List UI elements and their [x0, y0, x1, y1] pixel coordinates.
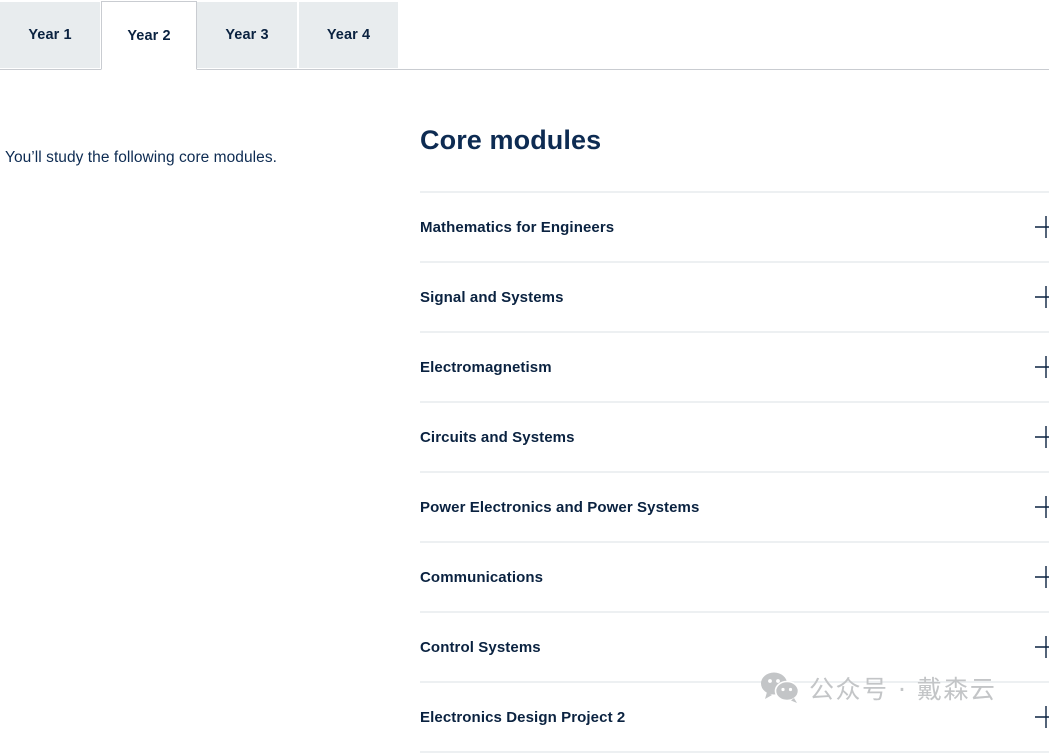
module-label: Circuits and Systems [420, 429, 575, 446]
plus-icon[interactable] [1031, 562, 1049, 592]
module-row[interactable]: Mathematics for Engineers [420, 191, 1049, 261]
module-label: Power Electronics and Power Systems [420, 499, 699, 516]
tab-year-3-label: Year 3 [225, 27, 268, 43]
intro-text: You’ll study the following core modules. [5, 147, 385, 169]
module-row[interactable]: Control Systems [420, 611, 1049, 681]
module-row[interactable]: Circuits and Systems [420, 401, 1049, 471]
plus-icon[interactable] [1031, 212, 1049, 242]
plus-icon[interactable] [1031, 702, 1049, 732]
module-row[interactable]: Power Electronics and Power Systems [420, 471, 1049, 541]
module-row[interactable]: Communications [420, 541, 1049, 611]
plus-icon[interactable] [1031, 282, 1049, 312]
module-label: Mathematics for Engineers [420, 219, 614, 236]
tab-year-1-label: Year 1 [28, 27, 71, 43]
tab-year-4-label: Year 4 [327, 27, 370, 43]
tab-year-2[interactable]: Year 2 [101, 1, 197, 70]
year-tab-strip: Year 1 Year 2 Year 3 Year 4 [0, 0, 1049, 70]
module-label: Electronics Design Project 2 [420, 709, 625, 726]
module-row[interactable]: Signal and Systems [420, 261, 1049, 331]
plus-icon[interactable] [1031, 352, 1049, 382]
tab-year-4[interactable]: Year 4 [299, 2, 398, 68]
module-label: Communications [420, 569, 543, 586]
tab-year-1[interactable]: Year 1 [0, 2, 100, 68]
module-accordion-list: Mathematics for Engineers Signal and Sys… [420, 191, 1049, 753]
page-title: Core modules [420, 124, 1049, 156]
plus-icon[interactable] [1031, 422, 1049, 452]
tab-year-2-label: Year 2 [127, 28, 170, 44]
plus-icon[interactable] [1031, 632, 1049, 662]
module-label: Signal and Systems [420, 289, 564, 306]
core-modules-panel: Core modules Mathematics for Engineers S… [420, 124, 1049, 753]
plus-icon[interactable] [1031, 492, 1049, 522]
module-row[interactable]: Electronics Design Project 2 [420, 681, 1049, 751]
intro-column: You’ll study the following core modules. [5, 131, 385, 184]
tab-year-3[interactable]: Year 3 [197, 2, 297, 68]
module-label: Electromagnetism [420, 359, 552, 376]
module-label: Control Systems [420, 639, 541, 656]
module-row[interactable]: Electromagnetism [420, 331, 1049, 401]
